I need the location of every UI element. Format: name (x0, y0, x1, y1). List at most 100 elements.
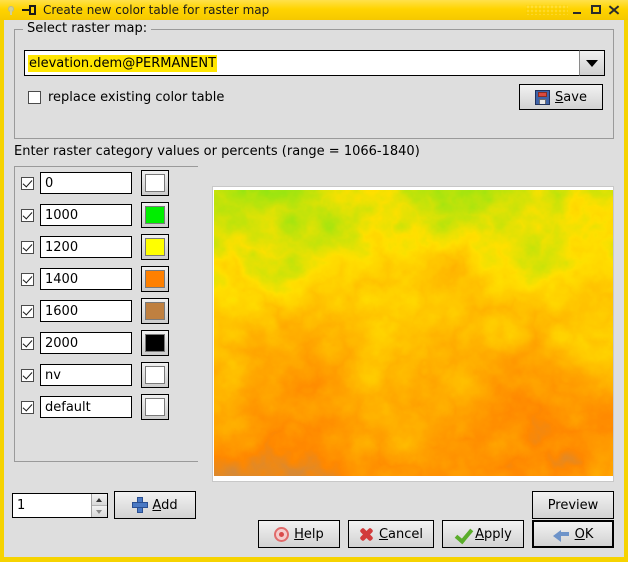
help-button[interactable]: Help (257, 520, 340, 548)
help-rest: elp (303, 526, 324, 542)
save-button-label: Save (555, 90, 587, 105)
window-title: Create new color table for raster map (43, 3, 270, 17)
close-icon[interactable] (606, 2, 622, 18)
color-rule-row: 2000 (15, 327, 198, 359)
rule-color-swatch-button[interactable] (141, 202, 169, 228)
chevron-down-icon[interactable] (579, 50, 605, 76)
cancel-button[interactable]: Cancel (347, 520, 434, 548)
plus-icon (132, 497, 149, 513)
rule-enabled-checkbox[interactable] (21, 240, 34, 254)
dialog-button-bar: Help Cancel Apply OK (4, 519, 624, 549)
rule-value-input[interactable]: 1000 (40, 204, 132, 226)
caret-shape (586, 59, 598, 67)
rule-value-input[interactable]: 1400 (40, 268, 132, 290)
raster-map-value: elevation.dem@PERMANENT (28, 54, 218, 72)
rule-enabled-checkbox[interactable] (21, 176, 34, 190)
color-rule-row: 1600 (15, 295, 198, 327)
preview-button-label: Preview (547, 497, 599, 513)
rule-color-swatch (145, 366, 165, 384)
cancel-rest: ancel (388, 526, 423, 542)
rule-enabled-checkbox[interactable] (21, 336, 34, 350)
help-accel: H (294, 526, 304, 542)
ok-button-label: OK (575, 527, 594, 542)
life-ring-icon (274, 526, 290, 542)
preview-canvas (214, 190, 613, 476)
color-rule-row: default (15, 391, 198, 423)
x-mark-icon (359, 527, 374, 542)
preview-button[interactable]: Preview (532, 491, 614, 519)
rule-value-input[interactable]: nv (40, 364, 132, 386)
rule-enabled-checkbox[interactable] (21, 304, 34, 318)
rule-color-swatch (145, 270, 165, 288)
save-button[interactable]: Save (519, 84, 603, 110)
rule-value-input[interactable]: 1600 (40, 300, 132, 322)
raster-map-combobox[interactable]: elevation.dem@PERMANENT (24, 50, 605, 76)
ok-rest: K (584, 526, 594, 542)
rule-count-spinner[interactable]: 1 (12, 493, 108, 518)
checkbox-label: replace existing color table (48, 90, 225, 105)
color-rule-row: nv (15, 359, 198, 391)
color-rule-row: 0 (15, 167, 198, 199)
color-rule-row: 1400 (15, 263, 198, 295)
rule-value-input[interactable]: 1200 (40, 236, 132, 258)
apply-rest: pply (484, 526, 512, 542)
cancel-accel: C (378, 526, 389, 542)
rule-value-input[interactable]: 0 (40, 172, 132, 194)
rule-color-swatch-button[interactable] (141, 394, 169, 420)
rule-color-swatch (145, 398, 165, 416)
help-button-label: Help (294, 527, 324, 542)
rule-color-swatch-button[interactable] (141, 298, 169, 324)
rule-color-swatch (145, 174, 165, 192)
apply-button[interactable]: Apply (442, 520, 524, 548)
rule-color-swatch-button[interactable] (141, 234, 169, 260)
title-bar-texture (524, 3, 570, 17)
title-bar: Create new color table for raster map (0, 0, 628, 20)
group-title: Select raster map: (23, 21, 152, 36)
apply-accel: A (475, 526, 485, 542)
rule-color-swatch (145, 238, 165, 256)
spinner-buttons (91, 494, 107, 517)
ok-accel: O (574, 526, 585, 542)
raster-map-input[interactable]: elevation.dem@PERMANENT (24, 50, 579, 76)
add-accel: A (152, 497, 162, 513)
checkbox-box[interactable] (28, 91, 41, 104)
triangle-down-icon[interactable] (92, 506, 107, 517)
add-button[interactable]: Add (114, 491, 196, 519)
spinner-value[interactable]: 1 (13, 494, 91, 517)
ok-button[interactable]: OK (532, 520, 614, 548)
rule-enabled-checkbox[interactable] (21, 272, 34, 286)
window-menu-icon[interactable] (4, 3, 18, 17)
rule-enabled-checkbox[interactable] (21, 368, 34, 382)
rule-color-swatch-button[interactable] (141, 266, 169, 292)
apply-button-label: Apply (475, 527, 512, 542)
minimize-icon[interactable] (570, 2, 586, 18)
cancel-button-label: Cancel (379, 527, 423, 542)
select-raster-map-group: Select raster map: elevation.dem@PERMANE… (14, 21, 614, 139)
rule-enabled-checkbox[interactable] (21, 208, 34, 222)
check-icon (454, 527, 470, 542)
rule-color-swatch-button[interactable] (141, 330, 169, 356)
rule-color-swatch (145, 302, 165, 320)
rule-enabled-checkbox[interactable] (21, 400, 34, 414)
add-rest: dd (161, 497, 178, 513)
color-rule-row: 1000 (15, 199, 198, 231)
category-section-label: Enter raster category values or percents… (14, 144, 420, 159)
maximize-icon[interactable] (588, 2, 604, 18)
pin-icon[interactable] (22, 3, 38, 17)
add-button-label: Add (152, 498, 177, 513)
rule-color-swatch (145, 334, 165, 352)
save-rest: ave (563, 89, 587, 105)
rule-value-input[interactable]: 2000 (40, 332, 132, 354)
rule-value-input[interactable]: default (40, 396, 132, 418)
rule-color-swatch-button[interactable] (141, 362, 169, 388)
color-rule-row: 1200 (15, 231, 198, 263)
floppy-disk-icon (535, 89, 551, 105)
raster-preview-image (212, 186, 614, 482)
triangle-up-icon[interactable] (92, 494, 107, 506)
replace-existing-color-table-checkbox[interactable]: replace existing color table (28, 90, 224, 105)
dialog-window: Create new color table for raster map Se… (0, 0, 628, 562)
color-rules-list[interactable]: 0 1000 1200 1400 1600 2000 nv default (14, 166, 198, 462)
rule-color-swatch-button[interactable] (141, 170, 169, 196)
rule-color-swatch (145, 206, 165, 224)
dialog-client-area: Select raster map: elevation.dem@PERMANE… (4, 20, 624, 557)
